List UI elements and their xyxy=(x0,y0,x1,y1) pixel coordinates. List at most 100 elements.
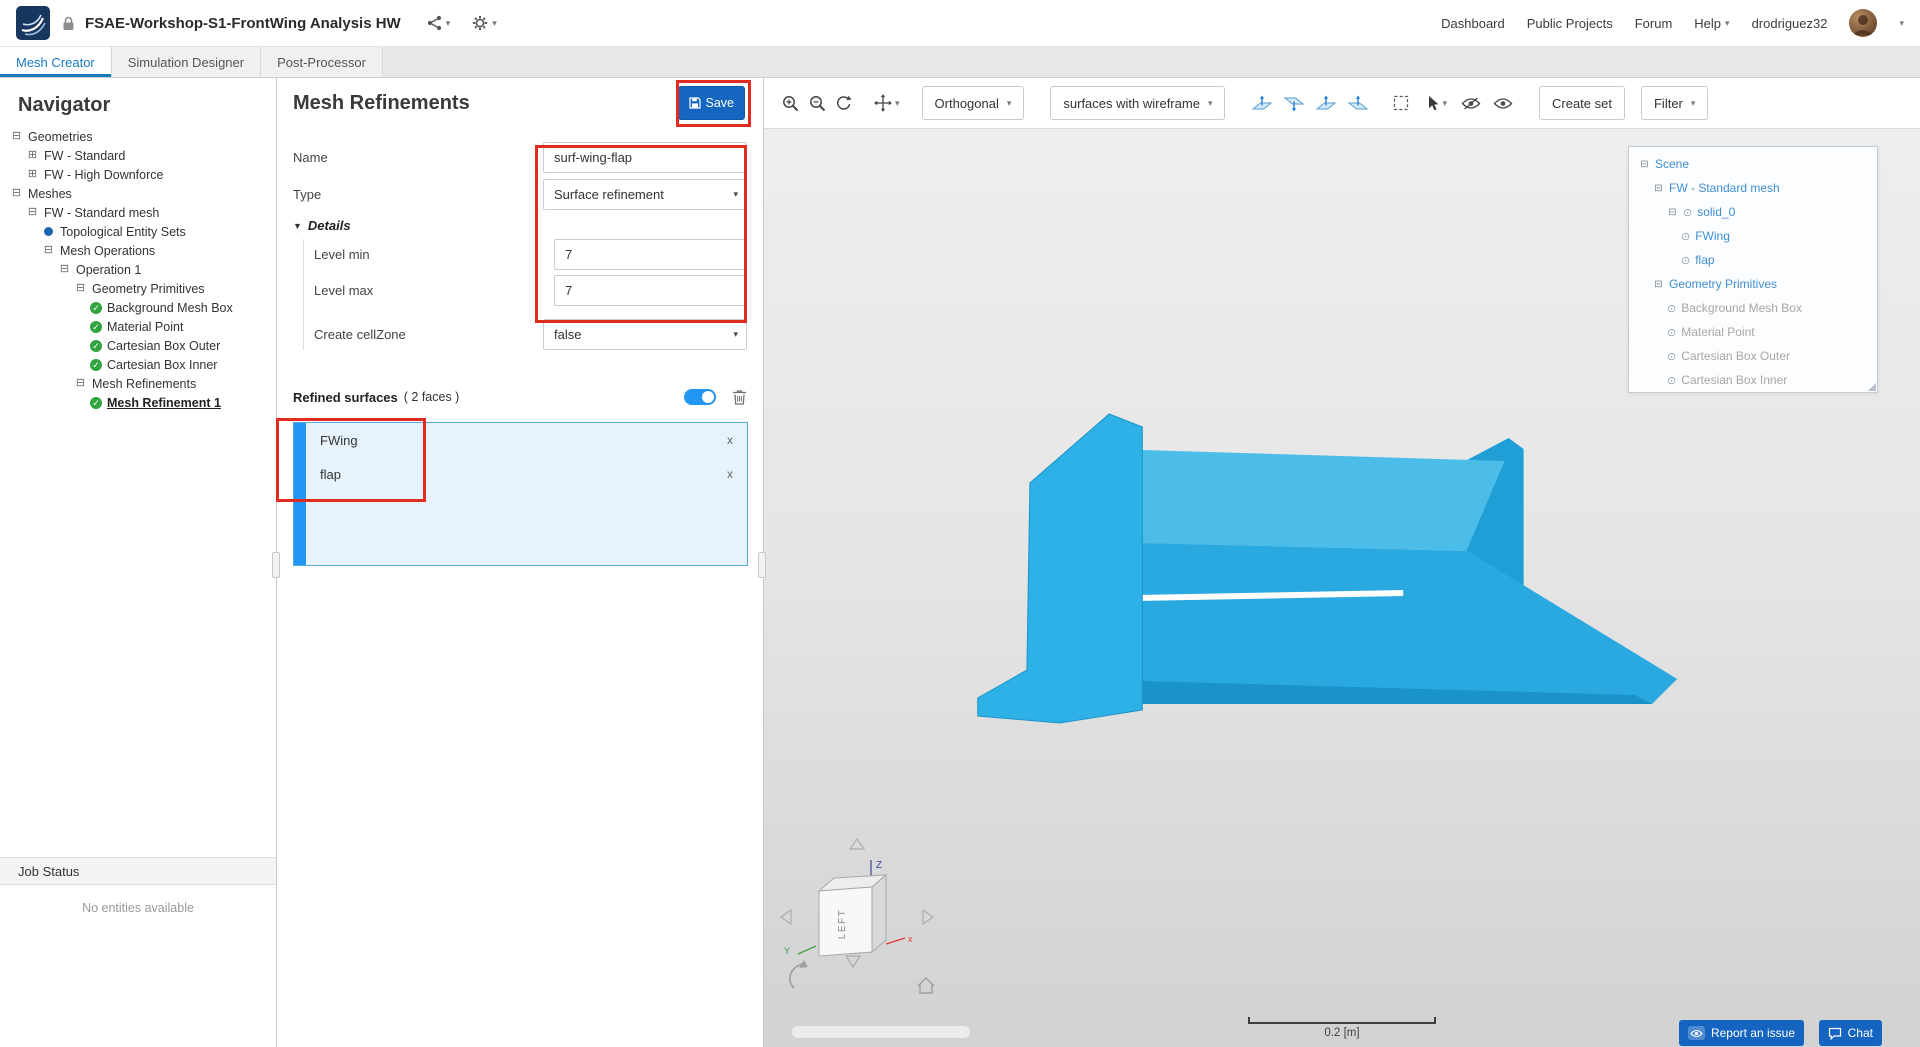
collapse-icon[interactable]: ⊟ xyxy=(74,283,87,294)
orbit-icon[interactable] xyxy=(789,960,808,989)
create-set-button[interactable]: Create set xyxy=(1539,86,1625,120)
visibility-icon[interactable]: ⊙ xyxy=(1667,302,1676,315)
settings-button[interactable]: ▾ xyxy=(472,15,497,31)
tree-item-geometries[interactable]: ⊟ Geometries xyxy=(0,127,276,146)
clip-plane-y-icon[interactable] xyxy=(1283,95,1305,112)
report-issue-button[interactable]: Report an issue xyxy=(1678,1020,1804,1046)
render-mode-select[interactable]: surfaces with wireframe ▾ xyxy=(1050,86,1226,120)
collapse-icon[interactable]: ⊟ xyxy=(1667,207,1678,218)
zoom-in-icon[interactable] xyxy=(782,95,799,112)
app-logo-icon[interactable] xyxy=(16,6,50,40)
tree-item-cartesian-box-outer[interactable]: ✓ Cartesian Box Outer xyxy=(0,336,276,355)
level-max-input[interactable] xyxy=(554,275,747,306)
tree-item-cartesian-box-inner[interactable]: ✓ Cartesian Box Inner xyxy=(0,355,276,374)
show-all-icon[interactable] xyxy=(1493,97,1513,110)
cube-face-label[interactable]: LEFT xyxy=(837,909,848,939)
scene-item-fwing[interactable]: ⊙ FWing xyxy=(1629,224,1877,248)
tab-simulation-designer[interactable]: Simulation Designer xyxy=(111,47,262,77)
visibility-icon[interactable]: ⊙ xyxy=(1681,254,1690,267)
selection-toggle[interactable] xyxy=(684,389,716,405)
scene-item-background-mesh-box[interactable]: ⊙ Background Mesh Box xyxy=(1629,296,1877,320)
panel-resize-handle[interactable] xyxy=(272,552,280,578)
visibility-icon[interactable]: ⊙ xyxy=(1667,350,1676,363)
nav-dashboard[interactable]: Dashboard xyxy=(1441,16,1505,31)
tree-item-fw-high-downforce[interactable]: ⊞ FW - High Downforce xyxy=(0,165,276,184)
cube-arrow-left-icon[interactable] xyxy=(779,908,792,926)
nav-public-projects[interactable]: Public Projects xyxy=(1527,16,1613,31)
visibility-icon[interactable]: ⊙ xyxy=(1683,206,1692,219)
zoom-out-icon[interactable] xyxy=(809,95,826,112)
tree-item-meshes[interactable]: ⊟ Meshes xyxy=(0,184,276,203)
cube-arrow-down-icon[interactable] xyxy=(844,955,862,969)
3d-canvas[interactable]: ⊟ Scene ⊟ FW - Standard mesh ⊟ ⊙ solid_0 ⊙ FW… xyxy=(764,129,1920,1047)
user-avatar[interactable] xyxy=(1849,9,1878,37)
tree-item-background-mesh-box[interactable]: ✓ Background Mesh Box xyxy=(0,298,276,317)
surface-item-flap[interactable]: flap x xyxy=(306,457,747,491)
collapse-icon[interactable]: ⊟ xyxy=(1653,183,1664,194)
collapse-icon[interactable]: ⊟ xyxy=(58,264,71,275)
box-select-icon[interactable] xyxy=(1393,95,1409,111)
tree-item-geometry-primitives[interactable]: ⊟ Geometry Primitives xyxy=(0,279,276,298)
tree-item-mesh-refinements[interactable]: ⊟ Mesh Refinements xyxy=(0,374,276,393)
scene-item-geometry-primitives[interactable]: ⊟ Geometry Primitives xyxy=(1629,272,1877,296)
visibility-icon[interactable]: ⊙ xyxy=(1667,374,1676,387)
remove-surface-icon[interactable]: x xyxy=(727,433,733,447)
visibility-icon[interactable]: ⊙ xyxy=(1667,326,1676,339)
filter-select[interactable]: Filter ▾ xyxy=(1640,86,1709,120)
scene-item-fw-standard-mesh[interactable]: ⊟ FW - Standard mesh xyxy=(1629,176,1877,200)
home-icon[interactable] xyxy=(917,977,935,994)
type-select[interactable]: Surface refinement ▾ xyxy=(543,179,747,210)
viewport-scrollbar[interactable] xyxy=(792,1026,970,1038)
collapse-icon[interactable]: ⊟ xyxy=(42,245,55,256)
collapse-icon[interactable]: ⊟ xyxy=(74,378,87,389)
surface-item-fwing[interactable]: FWing x xyxy=(306,423,747,457)
details-toggle[interactable]: ▼ Details xyxy=(293,218,747,233)
nav-forum[interactable]: Forum xyxy=(1635,16,1673,31)
cube-arrow-right-icon[interactable] xyxy=(922,908,935,926)
clip-plane-custom-icon[interactable] xyxy=(1347,95,1369,112)
hide-selection-icon[interactable] xyxy=(1461,97,1481,110)
tree-item-mesh-refinement-1[interactable]: ✓ Mesh Refinement 1 xyxy=(0,393,276,412)
collapse-icon[interactable]: ⊟ xyxy=(10,188,23,199)
tree-item-mesh-operations[interactable]: ⊟ Mesh Operations xyxy=(0,241,276,260)
scene-item-material-point[interactable]: ⊙ Material Point xyxy=(1629,320,1877,344)
tree-item-fw-standard[interactable]: ⊞ FW - Standard xyxy=(0,146,276,165)
tree-item-topological-entity-sets[interactable]: Topological Entity Sets xyxy=(0,222,276,241)
delete-selection-icon[interactable] xyxy=(732,389,747,406)
share-button[interactable]: ▾ xyxy=(427,15,450,31)
scene-item-flap[interactable]: ⊙ flap xyxy=(1629,248,1877,272)
remove-surface-icon[interactable]: x xyxy=(727,467,733,481)
pan-tool-icon[interactable]: ▾ xyxy=(874,94,900,112)
save-button[interactable]: Save xyxy=(677,86,745,120)
select-tool-icon[interactable]: ▾ xyxy=(1427,95,1447,111)
scene-item-cartesian-box-inner[interactable]: ⊙ Cartesian Box Inner xyxy=(1629,368,1877,392)
cube-side-face[interactable] xyxy=(871,873,887,954)
navigation-cube[interactable]: Z LEFT x Y xyxy=(772,836,942,1001)
tree-item-operation-1[interactable]: ⊟ Operation 1 xyxy=(0,260,276,279)
collapse-icon[interactable]: ⊟ xyxy=(1639,159,1650,170)
collapse-icon[interactable]: ⊟ xyxy=(26,207,39,218)
nav-help[interactable]: Help ▾ xyxy=(1694,16,1729,31)
scene-item-cartesian-box-outer[interactable]: ⊙ Cartesian Box Outer xyxy=(1629,344,1877,368)
expand-icon[interactable]: ⊞ xyxy=(26,150,39,161)
projection-select[interactable]: Orthogonal ▾ xyxy=(921,86,1025,120)
visibility-icon[interactable]: ⊙ xyxy=(1681,230,1690,243)
chat-button[interactable]: Chat xyxy=(1818,1020,1882,1046)
scene-item-scene[interactable]: ⊟ Scene xyxy=(1629,152,1877,176)
level-min-input[interactable] xyxy=(554,239,747,270)
name-input[interactable] xyxy=(543,142,747,173)
username[interactable]: drodriguez32 xyxy=(1752,16,1828,31)
collapse-icon[interactable]: ⊟ xyxy=(10,131,23,142)
expand-icon[interactable]: ⊞ xyxy=(26,169,39,180)
collapse-icon[interactable]: ⊟ xyxy=(1653,279,1664,290)
cellzone-select[interactable]: false ▾ xyxy=(543,319,747,350)
panel-resize-handle[interactable] xyxy=(758,552,766,578)
clip-plane-z-icon[interactable] xyxy=(1315,95,1337,112)
tab-mesh-creator[interactable]: Mesh Creator xyxy=(0,47,112,77)
reset-view-icon[interactable] xyxy=(836,95,852,111)
tab-post-processor[interactable]: Post-Processor xyxy=(261,47,383,77)
tree-item-fw-standard-mesh[interactable]: ⊟ FW - Standard mesh xyxy=(0,203,276,222)
cube-arrow-up-icon[interactable] xyxy=(848,837,866,850)
clip-plane-x-icon[interactable] xyxy=(1251,95,1273,112)
scene-item-solid-0[interactable]: ⊟ ⊙ solid_0 xyxy=(1629,200,1877,224)
